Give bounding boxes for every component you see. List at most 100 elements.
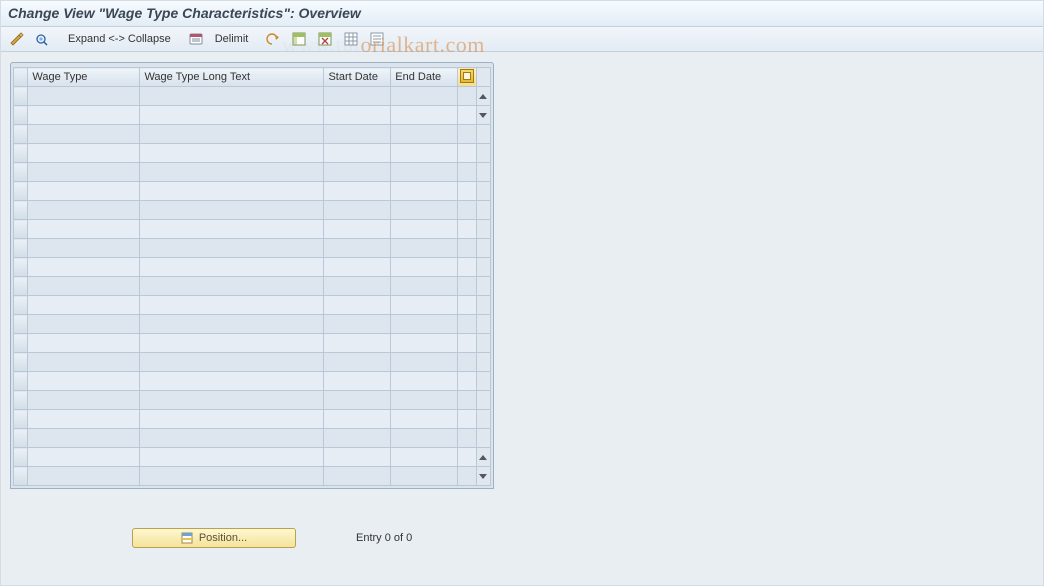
cell[interactable] bbox=[140, 296, 324, 315]
cell[interactable] bbox=[324, 201, 391, 220]
table-row[interactable] bbox=[14, 353, 491, 372]
cell[interactable] bbox=[140, 258, 324, 277]
cell[interactable] bbox=[391, 220, 458, 239]
row-selector[interactable] bbox=[14, 410, 28, 429]
table-row[interactable] bbox=[14, 144, 491, 163]
cell[interactable] bbox=[28, 410, 140, 429]
cell[interactable] bbox=[391, 334, 458, 353]
table-settings-button[interactable] bbox=[458, 68, 477, 87]
cell[interactable] bbox=[140, 182, 324, 201]
cell[interactable] bbox=[324, 353, 391, 372]
cell[interactable] bbox=[140, 315, 324, 334]
print-icon[interactable] bbox=[366, 30, 388, 48]
cell[interactable] bbox=[391, 163, 458, 182]
cell[interactable] bbox=[140, 106, 324, 125]
row-selector[interactable] bbox=[14, 106, 28, 125]
scrollbar-track[interactable] bbox=[476, 125, 490, 144]
cell[interactable] bbox=[28, 372, 140, 391]
row-selector[interactable] bbox=[14, 372, 28, 391]
scrollbar-track[interactable] bbox=[476, 220, 490, 239]
row-selector[interactable] bbox=[14, 220, 28, 239]
scroll-down-icon[interactable] bbox=[479, 113, 487, 118]
table-row[interactable] bbox=[14, 87, 491, 106]
select-all-icon[interactable] bbox=[288, 30, 310, 48]
cell[interactable] bbox=[140, 391, 324, 410]
scrollbar-track[interactable] bbox=[476, 163, 490, 182]
scrollbar-track[interactable] bbox=[476, 372, 490, 391]
cell[interactable] bbox=[140, 410, 324, 429]
cell[interactable] bbox=[28, 277, 140, 296]
row-selector[interactable] bbox=[14, 201, 28, 220]
table-row[interactable] bbox=[14, 163, 491, 182]
row-selector[interactable] bbox=[14, 467, 28, 486]
cell[interactable] bbox=[28, 448, 140, 467]
cell[interactable] bbox=[324, 125, 391, 144]
scrollbar-track[interactable] bbox=[476, 410, 490, 429]
row-selector-header[interactable] bbox=[14, 68, 28, 87]
cell[interactable] bbox=[28, 201, 140, 220]
table-row[interactable] bbox=[14, 315, 491, 334]
cell[interactable] bbox=[28, 391, 140, 410]
table-row[interactable] bbox=[14, 296, 491, 315]
row-selector[interactable] bbox=[14, 391, 28, 410]
scrollbar-track[interactable] bbox=[476, 277, 490, 296]
delimit-icon[interactable] bbox=[185, 30, 207, 48]
scrollbar-track[interactable] bbox=[476, 106, 490, 125]
row-selector[interactable] bbox=[14, 334, 28, 353]
cell[interactable] bbox=[324, 277, 391, 296]
row-selector[interactable] bbox=[14, 258, 28, 277]
scrollbar-track[interactable] bbox=[476, 315, 490, 334]
scrollbar-track[interactable] bbox=[476, 467, 490, 486]
cell[interactable] bbox=[391, 182, 458, 201]
data-grid[interactable]: Wage Type Wage Type Long Text Start Date… bbox=[13, 67, 491, 486]
cell[interactable] bbox=[140, 334, 324, 353]
cell[interactable] bbox=[324, 372, 391, 391]
cell[interactable] bbox=[28, 220, 140, 239]
cell[interactable] bbox=[28, 258, 140, 277]
cell[interactable] bbox=[28, 429, 140, 448]
row-selector[interactable] bbox=[14, 125, 28, 144]
cell[interactable] bbox=[391, 429, 458, 448]
table-row[interactable] bbox=[14, 372, 491, 391]
cell[interactable] bbox=[140, 125, 324, 144]
cell[interactable] bbox=[140, 239, 324, 258]
cell[interactable] bbox=[324, 410, 391, 429]
cell[interactable] bbox=[391, 239, 458, 258]
table-view-icon[interactable] bbox=[340, 30, 362, 48]
expand-collapse-button[interactable]: Expand <-> Collapse bbox=[64, 30, 175, 48]
col-wage-type[interactable]: Wage Type bbox=[28, 68, 140, 87]
scrollbar-track[interactable] bbox=[476, 201, 490, 220]
col-start-date[interactable]: Start Date bbox=[324, 68, 391, 87]
row-selector[interactable] bbox=[14, 239, 28, 258]
cell[interactable] bbox=[391, 372, 458, 391]
cell[interactable] bbox=[324, 391, 391, 410]
table-row[interactable] bbox=[14, 334, 491, 353]
cell[interactable] bbox=[324, 296, 391, 315]
scrollbar-track[interactable] bbox=[476, 144, 490, 163]
row-selector[interactable] bbox=[14, 296, 28, 315]
cell[interactable] bbox=[324, 467, 391, 486]
table-row[interactable] bbox=[14, 448, 491, 467]
cell[interactable] bbox=[324, 429, 391, 448]
cell[interactable] bbox=[391, 87, 458, 106]
cell[interactable] bbox=[324, 334, 391, 353]
cell[interactable] bbox=[28, 334, 140, 353]
other-view-icon[interactable] bbox=[32, 30, 54, 48]
undo-icon[interactable] bbox=[262, 30, 284, 48]
cell[interactable] bbox=[391, 258, 458, 277]
row-selector[interactable] bbox=[14, 163, 28, 182]
col-wage-type-long[interactable]: Wage Type Long Text bbox=[140, 68, 324, 87]
cell[interactable] bbox=[28, 239, 140, 258]
cell[interactable] bbox=[28, 315, 140, 334]
table-row[interactable] bbox=[14, 429, 491, 448]
cell[interactable] bbox=[391, 277, 458, 296]
delimit-button[interactable]: Delimit bbox=[211, 30, 253, 48]
col-end-date[interactable]: End Date bbox=[391, 68, 458, 87]
cell[interactable] bbox=[28, 87, 140, 106]
cell[interactable] bbox=[324, 182, 391, 201]
table-row[interactable] bbox=[14, 391, 491, 410]
cell[interactable] bbox=[391, 467, 458, 486]
cell[interactable] bbox=[28, 163, 140, 182]
row-selector[interactable] bbox=[14, 429, 28, 448]
scrollbar-track[interactable] bbox=[476, 334, 490, 353]
